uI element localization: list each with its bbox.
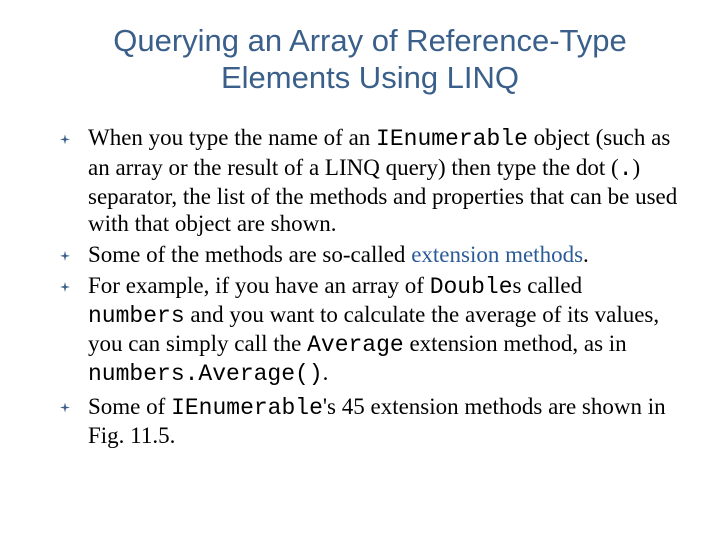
slide: Querying an Array of Reference-Type Elem… — [0, 0, 720, 540]
text: s called — [513, 273, 583, 298]
bullet-item: Some of the methods are so-called extens… — [60, 241, 680, 268]
code-ienumerable: IEnumerable — [171, 395, 323, 421]
text: Some of the methods are so-called — [88, 242, 411, 267]
code-average: Average — [307, 332, 404, 358]
bullet-item: When you type the name of an IEnumerable… — [60, 124, 680, 237]
bullet-list: When you type the name of an IEnumerable… — [60, 124, 680, 448]
code-dot: . — [619, 156, 633, 182]
code-ienumerable: IEnumerable — [376, 126, 528, 152]
code-numbers: numbers — [88, 303, 185, 329]
text: . — [323, 360, 329, 385]
bullet-item: For example, if you have an array of Dou… — [60, 272, 680, 389]
title-line-2: Elements Using LINQ — [221, 60, 519, 95]
slide-title: Querying an Array of Reference-Type Elem… — [90, 22, 650, 96]
code-double: Double — [430, 274, 513, 300]
text: . — [583, 242, 589, 267]
text: Some of — [88, 394, 171, 419]
text: When you type the name of an — [88, 125, 376, 150]
term-extension-methods: extension methods — [411, 242, 583, 267]
text: extension method, as in — [404, 331, 627, 356]
text: For example, if you have an array of — [88, 273, 430, 298]
title-line-1: Querying an Array of Reference-Type — [113, 23, 626, 58]
bullet-item: Some of IEnumerable's 45 extension metho… — [60, 393, 680, 449]
code-numbers-average: numbers.Average() — [88, 361, 323, 387]
